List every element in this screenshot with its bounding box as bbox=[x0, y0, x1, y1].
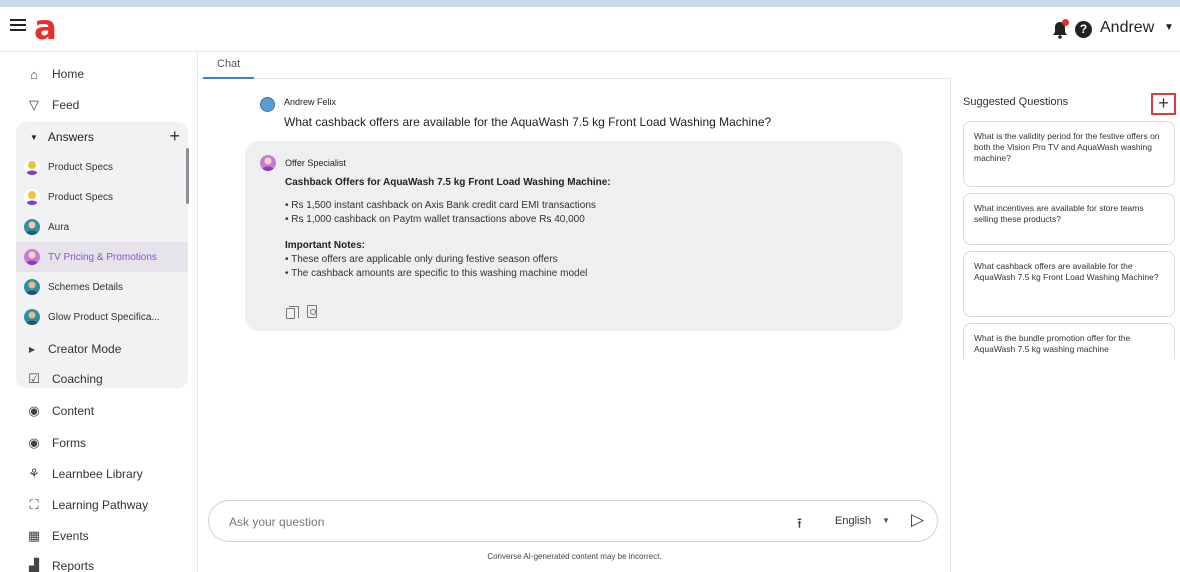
answers-item-label: TV Pricing & Promotions bbox=[48, 251, 157, 263]
copy-icon[interactable] bbox=[286, 306, 299, 319]
notification-dot bbox=[1062, 19, 1069, 26]
caret-down-icon: ▼ bbox=[30, 132, 38, 142]
answers-item-tv-pricing[interactable]: TV Pricing & Promotions bbox=[16, 242, 188, 272]
chevron-down-icon[interactable]: ▼ bbox=[882, 516, 890, 525]
suggested-question-card[interactable]: What is the validity period for the fest… bbox=[963, 121, 1175, 187]
sidebar-item-content[interactable]: ◉ Content bbox=[0, 396, 198, 426]
answers-item-label: Schemes Details bbox=[48, 281, 124, 293]
sidebar-item-coaching[interactable]: ☑ Coaching bbox=[0, 364, 198, 394]
forms-icon: ◉ bbox=[28, 435, 40, 450]
notification-bell-icon[interactable] bbox=[1052, 19, 1069, 39]
suggested-question-card[interactable]: What cashback offers are available for t… bbox=[963, 251, 1175, 317]
answers-item-label: Product Specs bbox=[48, 191, 114, 203]
answers-label: Answers bbox=[47, 130, 94, 144]
content-icon: ◉ bbox=[28, 403, 40, 418]
answers-item-label: Glow Product Specifica... bbox=[48, 311, 160, 323]
help-icon[interactable]: ? bbox=[1075, 21, 1092, 38]
sidebar-item-events[interactable]: ▦ Events bbox=[0, 521, 198, 551]
upload-icon[interactable]: ⭱ bbox=[797, 513, 802, 537]
tab-chat[interactable]: Chat bbox=[203, 52, 255, 79]
chat-tab-bar: Chat bbox=[199, 52, 950, 79]
answer-note: • The cashback amounts are specific to t… bbox=[285, 268, 588, 279]
answers-item-aura[interactable]: Aura bbox=[16, 212, 188, 242]
agent-avatar-icon bbox=[24, 309, 40, 325]
answers-item-label: Product Specs bbox=[48, 161, 114, 173]
suggested-question-card[interactable]: What is the bundle promotion offer for t… bbox=[963, 323, 1175, 359]
sidebar-item-feed[interactable]: ▽ Feed bbox=[0, 90, 198, 120]
ai-disclaimer: Converse AI-generated content may be inc… bbox=[487, 552, 662, 561]
suggested-questions-title: Suggested Questions bbox=[963, 96, 1069, 108]
agent-avatar-icon bbox=[24, 219, 40, 235]
sidebar-scrollbar[interactable] bbox=[186, 148, 189, 204]
suggested-question-card[interactable]: What incentives are available for store … bbox=[963, 193, 1175, 245]
sidebar-item-label: Reports bbox=[52, 559, 95, 572]
sidebar-item-label: Home bbox=[52, 67, 85, 81]
ask-question-input[interactable] bbox=[229, 512, 769, 532]
chevron-down-icon[interactable]: ▼ bbox=[1164, 22, 1174, 33]
answer-bullet: • Rs 1,000 cashback on Paytm wallet tran… bbox=[285, 214, 585, 225]
top-bar: a ? Andrew ▼ bbox=[0, 0, 1180, 52]
ask-question-box: ⭱ English ▼ ▷ bbox=[208, 500, 938, 542]
agent-avatar-icon bbox=[24, 189, 40, 205]
sidebar-item-creator-mode[interactable]: ▶ Creator Mode bbox=[0, 334, 198, 364]
source-document-icon[interactable] bbox=[307, 305, 317, 318]
sidebar: ⌂ Home ▽ Feed ▼ Answers + Product Specs … bbox=[0, 52, 198, 572]
answers-item-label: Aura bbox=[48, 221, 70, 233]
sidebar-item-reports[interactable]: ▟ Reports bbox=[0, 551, 198, 572]
answers-item-schemes-details[interactable]: Schemes Details bbox=[16, 272, 188, 302]
app-logo[interactable]: a bbox=[34, 10, 57, 46]
caret-right-icon: ▶ bbox=[28, 344, 36, 354]
sidebar-item-label: Creator Mode bbox=[48, 342, 122, 356]
answers-item-product-specs-2[interactable]: Product Specs bbox=[16, 182, 188, 212]
calendar-icon: ▦ bbox=[27, 528, 41, 543]
add-suggested-question-button[interactable]: + bbox=[1151, 93, 1176, 115]
home-icon: ⌂ bbox=[30, 66, 38, 82]
answer-notes-title: Important Notes: bbox=[285, 240, 365, 251]
sidebar-item-learnbee-library[interactable]: ⚘ Learnbee Library bbox=[0, 459, 198, 489]
sidebar-item-label: Forms bbox=[52, 436, 86, 450]
agent-avatar-icon bbox=[24, 279, 40, 295]
question-author: Andrew Felix bbox=[284, 97, 337, 107]
reports-icon: ▟ bbox=[29, 558, 39, 572]
answer-note: • These offers are applicable only durin… bbox=[285, 254, 558, 265]
pathway-icon: ⛶ bbox=[29, 497, 39, 512]
feed-icon: ▽ bbox=[29, 97, 39, 112]
sidebar-item-label: Feed bbox=[52, 98, 80, 112]
language-select[interactable]: English bbox=[835, 515, 871, 527]
user-menu-name[interactable]: Andrew bbox=[1100, 19, 1154, 37]
answers-header[interactable]: ▼ Answers + bbox=[16, 122, 188, 152]
agent-avatar-icon bbox=[24, 159, 40, 175]
agent-avatar-icon bbox=[260, 155, 276, 171]
user-avatar bbox=[260, 97, 275, 112]
add-answer-button[interactable]: + bbox=[169, 126, 180, 146]
answers-item-product-specs[interactable]: Product Specs bbox=[16, 152, 188, 182]
answer-title: Cashback Offers for AquaWash 7.5 kg Fron… bbox=[285, 177, 611, 188]
library-icon: ⚘ bbox=[28, 466, 40, 481]
sidebar-item-home[interactable]: ⌂ Home bbox=[0, 59, 198, 89]
send-icon[interactable]: ▷ bbox=[911, 510, 924, 530]
sidebar-item-label: Learnbee Library bbox=[52, 467, 143, 481]
sidebar-item-label: Coaching bbox=[52, 372, 103, 386]
hamburger-menu-icon[interactable] bbox=[10, 19, 26, 31]
sidebar-item-label: Content bbox=[52, 404, 95, 418]
sidebar-item-learning-pathway[interactable]: ⛶ Learning Pathway bbox=[0, 490, 198, 520]
suggested-questions-panel: Suggested Questions + What is the validi… bbox=[950, 79, 1180, 572]
question-text: What cashback offers are available for t… bbox=[284, 115, 772, 129]
answers-item-glow-product[interactable]: Glow Product Specifica... bbox=[16, 302, 188, 332]
answer-bubble: Offer Specialist Cashback Offers for Aqu… bbox=[245, 141, 903, 331]
sidebar-item-label: Learning Pathway bbox=[52, 498, 149, 512]
sidebar-item-forms[interactable]: ◉ Forms bbox=[0, 428, 198, 458]
agent-avatar-icon bbox=[24, 249, 40, 265]
checkbox-icon: ☑ bbox=[28, 371, 40, 386]
answer-author: Offer Specialist bbox=[285, 158, 346, 168]
answer-bullet: • Rs 1,500 instant cashback on Axis Bank… bbox=[285, 200, 596, 211]
sidebar-item-label: Events bbox=[52, 529, 89, 543]
